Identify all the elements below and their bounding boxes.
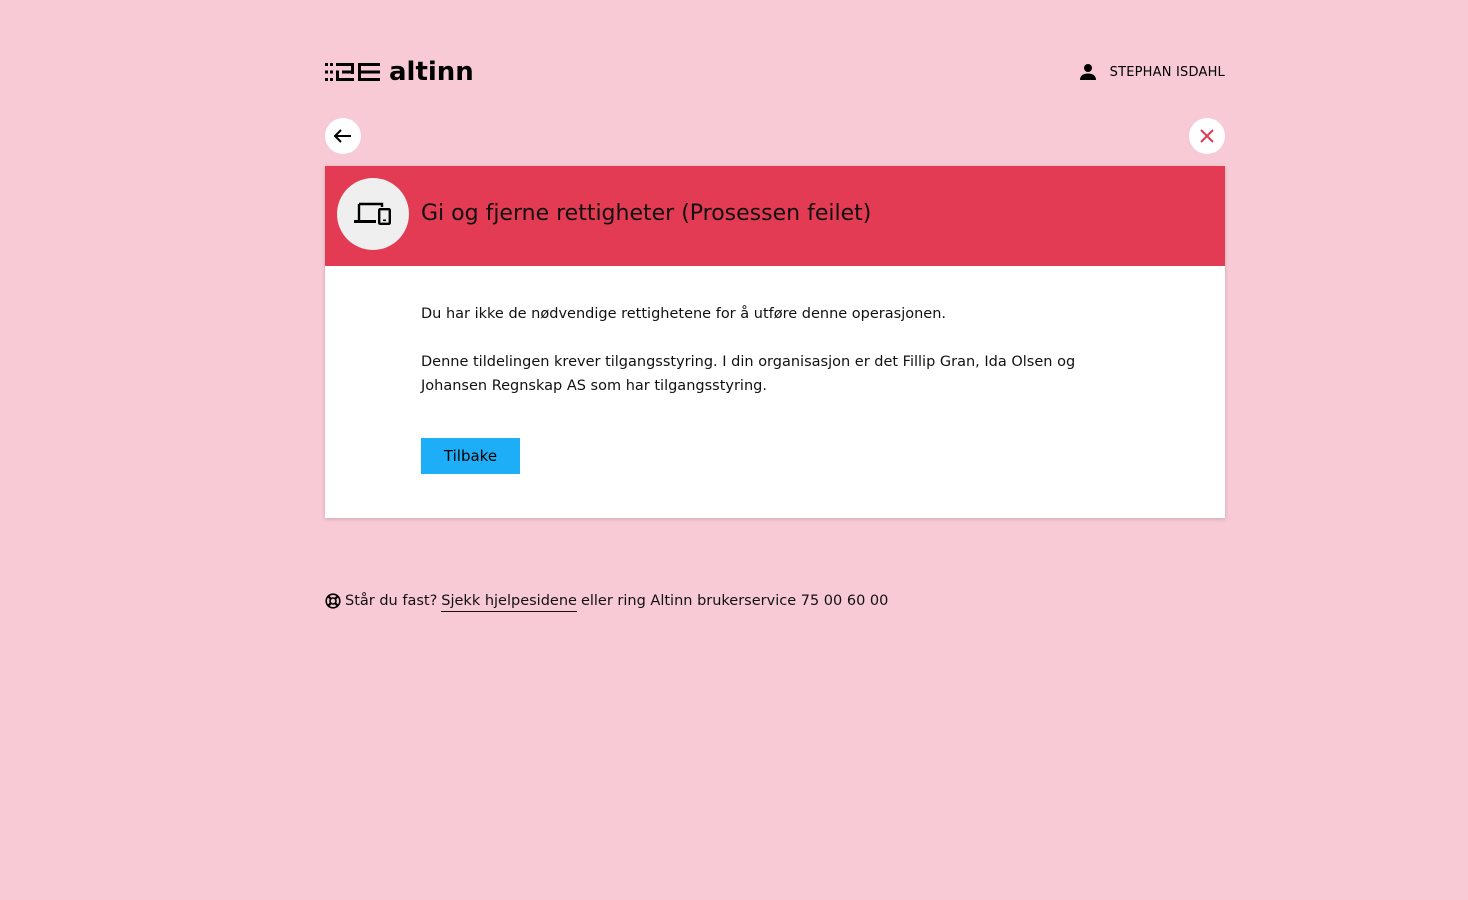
top-header: altinn STEPHAN ISDAHL (325, 58, 1225, 86)
card-icon-circle (337, 178, 409, 250)
tilbake-button[interactable]: Tilbake (421, 438, 520, 474)
logo-text: altinn (389, 57, 474, 87)
lifebuoy-icon (325, 593, 341, 609)
card-header: Gi og fjerne rettigheter (Prosessen feil… (325, 166, 1225, 266)
arrow-left-icon (334, 129, 351, 143)
error-card: Gi og fjerne rettigheter (Prosessen feil… (325, 166, 1225, 518)
help-suffix: eller ring Altinn brukerservice 75 00 60… (580, 593, 889, 609)
card-body: Du har ikke de nødvendige rettighetene f… (325, 266, 1141, 474)
access-info-message: Denne tildelingen krever tilgangsstyring… (421, 354, 1076, 394)
help-prefix: Står du fast? (345, 593, 438, 609)
card-title: Gi og fjerne rettigheter (Prosessen feil… (421, 201, 872, 226)
back-button[interactable] (325, 118, 361, 154)
help-line: Står du fast? Sjekk hjelpesidene eller r… (325, 590, 888, 612)
user-name: STEPHAN ISDAHL (1109, 64, 1225, 80)
devices-icon (354, 202, 392, 226)
close-icon (1200, 129, 1214, 143)
altinn-logo[interactable]: altinn (325, 58, 474, 86)
user-menu[interactable]: STEPHAN ISDAHL (1079, 60, 1225, 84)
person-icon (1079, 64, 1096, 80)
altinn-logo-mark-icon (325, 63, 380, 81)
error-message: Du har ikke de nødvendige rettighetene f… (421, 306, 947, 322)
help-pages-link[interactable]: Sjekk hjelpesidene (441, 591, 577, 612)
close-button[interactable] (1189, 118, 1225, 154)
